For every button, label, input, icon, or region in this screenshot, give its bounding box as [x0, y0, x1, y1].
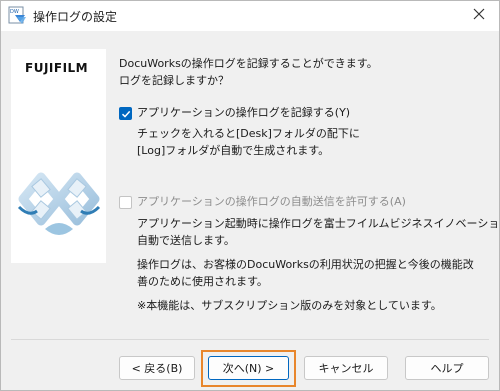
- checkmark-icon: [121, 110, 131, 118]
- settings-dialog: DW 操作ログの設定 FUJIFILM DocuWorksの操作ログを記録するこ…: [0, 0, 500, 391]
- window-title: 操作ログの設定: [33, 10, 118, 24]
- record-log-desc-1: チェックを入れると[Desk]フォルダの配下に: [137, 127, 360, 140]
- auto-send-desc-2: 自動で送信します。: [137, 234, 235, 247]
- record-log-label[interactable]: アプリケーションの操作ログを記録する(Y): [137, 105, 350, 121]
- auto-send-label[interactable]: アプリケーションの操作ログの自動送信を許可する(A): [137, 194, 406, 210]
- usage-line-2: 善のために使用されます。: [137, 275, 268, 288]
- record-log-checkbox[interactable]: [119, 107, 132, 120]
- svg-text:DW: DW: [10, 9, 19, 15]
- fujifilm-logo: FUJIFILM: [25, 61, 89, 75]
- record-log-desc-2: [Log]フォルダが自動で生成されます。: [137, 144, 330, 157]
- brand-panel: FUJIFILM: [11, 49, 106, 263]
- intro-line-2: ログを記録しますか？: [119, 74, 229, 87]
- docuworks-app-icon: DW: [7, 4, 29, 26]
- auto-send-checkbox[interactable]: [119, 196, 132, 209]
- cancel-button[interactable]: キャンセル: [304, 356, 388, 380]
- usage-line-1: 操作ログは、お客様のDocuWorksの利用状況の把握と今後の機能改: [137, 258, 474, 271]
- docuworks-infinity-artwork: [15, 137, 103, 247]
- back-button[interactable]: < 戻る(B): [119, 356, 195, 380]
- intro-line-1: DocuWorksの操作ログを記録することができます。: [119, 57, 378, 70]
- help-button[interactable]: ヘルプ: [405, 356, 489, 380]
- title-bar[interactable]: DW 操作ログの設定: [1, 1, 499, 31]
- button-divider: [11, 339, 489, 340]
- close-icon: [473, 8, 485, 23]
- close-button[interactable]: [465, 3, 493, 27]
- next-button-highlight: [201, 350, 296, 387]
- subscription-note: ※本機能は、サブスクリプション版のみを対象としています。: [137, 299, 442, 312]
- auto-send-desc-1: アプリケーション起動時に操作ログを富士フイルムビジネスイノベーションへ: [137, 217, 500, 230]
